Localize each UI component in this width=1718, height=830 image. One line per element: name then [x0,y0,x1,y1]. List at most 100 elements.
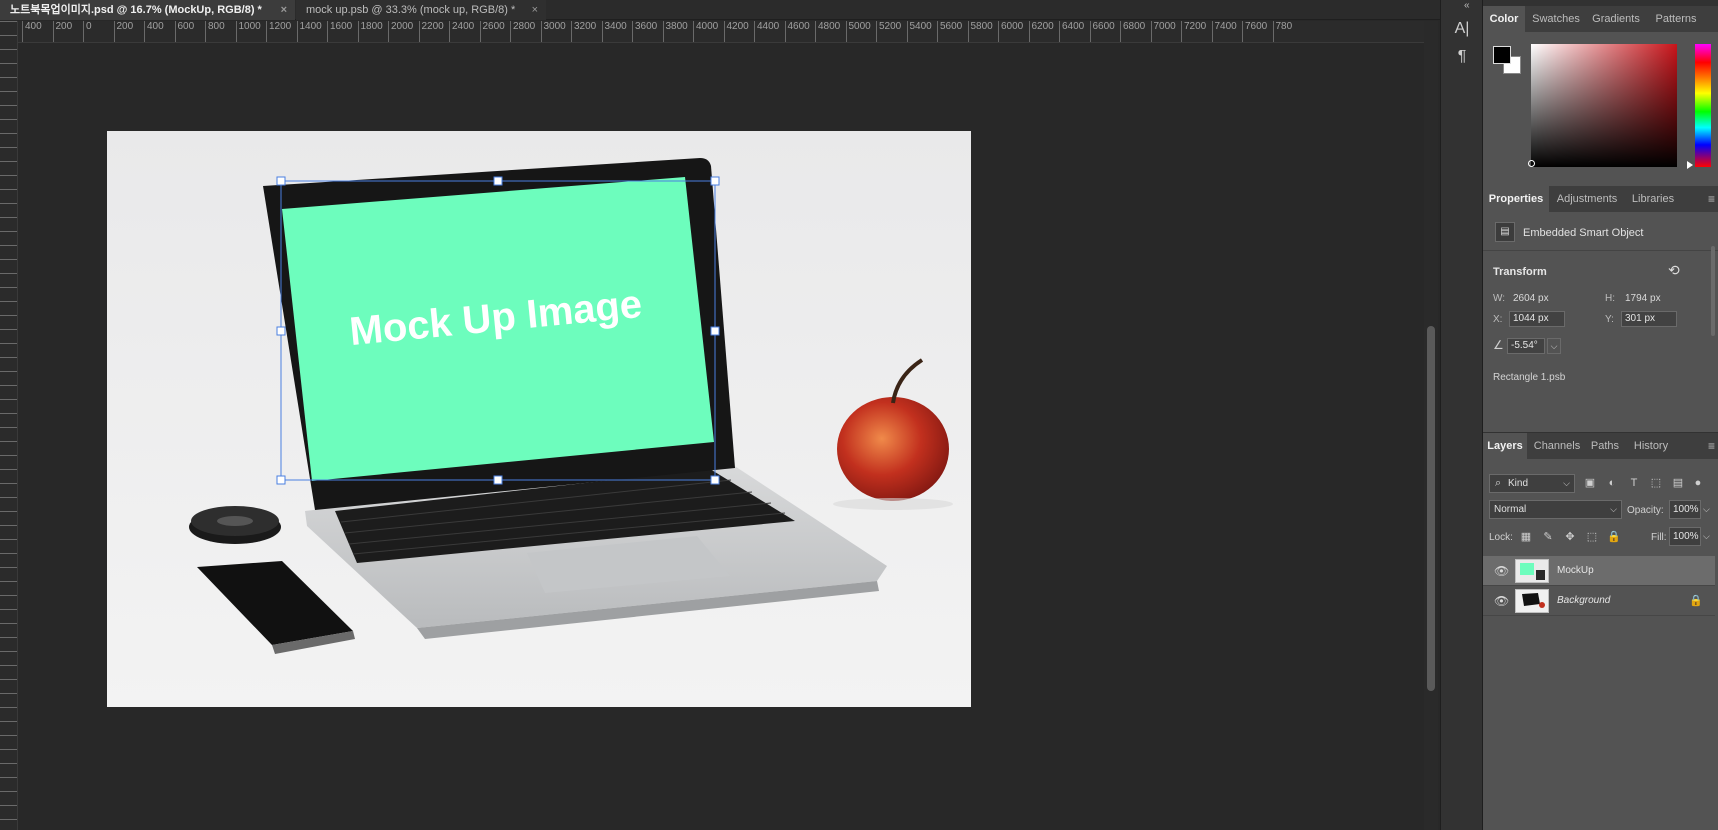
blend-mode-select[interactable]: Normal ⌵ [1489,500,1622,519]
close-icon[interactable]: × [281,0,287,20]
x-position-input[interactable]: 1044 px [1509,311,1565,327]
chevron-down-icon[interactable]: ⌵ [1703,504,1710,515]
chevron-down-icon: ⌵ [1563,478,1570,488]
character-icon[interactable]: A| [1451,18,1473,40]
type-filter-icon[interactable]: T [1627,476,1641,490]
chevron-down-icon[interactable]: ⌵ [1547,338,1561,354]
tab-layers[interactable]: Layers [1483,433,1527,459]
transform-handle[interactable] [276,176,286,186]
hue-slider[interactable] [1695,44,1711,167]
tab-gradients[interactable]: Gradients [1585,6,1647,32]
ruler-tick-label: 5200 [876,21,901,42]
filter-toggle-icon[interactable]: ● [1691,476,1705,490]
reset-transform-icon[interactable]: ⟲ [1668,262,1680,279]
color-field-marker[interactable] [1528,160,1535,167]
panel-menu-icon[interactable]: ≡ [1708,186,1715,212]
y-position-input[interactable]: 301 px [1621,311,1677,327]
ruler-tick [0,567,17,581]
eye-icon[interactable]: 👁 [1494,594,1509,608]
panel-dock-strip: « A| ¶ [1440,0,1482,830]
layer-name[interactable]: MockUp [1557,565,1594,576]
transform-handle[interactable] [493,176,503,186]
ruler-tick-label: 2600 [479,21,505,42]
ruler-tick [0,539,17,553]
eye-icon[interactable]: 👁 [1494,564,1509,578]
document-canvas[interactable]: Mock Up Image [107,131,971,707]
ruler-tick [0,259,17,273]
tab-libraries[interactable]: Libraries [1625,186,1681,212]
ruler-tick [0,35,17,49]
properties-scrollbar[interactable] [1711,246,1715,336]
canvas-area[interactable]: Mock Up Image [18,43,1424,830]
layer-name[interactable]: Background [1557,595,1610,606]
transform-handle[interactable] [276,475,286,485]
opacity-input[interactable]: 100% [1669,500,1701,519]
layer-row-mockup[interactable]: 👁 MockUp [1483,556,1715,586]
ruler-tick-label: 6600 [1089,21,1115,42]
tab-color[interactable]: Color [1483,6,1525,32]
hue-slider-marker[interactable] [1687,161,1693,169]
horizontal-ruler[interactable]: 400 200 0 200 400 600 800 1000 1200 1400 1600 1800 2… [18,21,1424,43]
shape-filter-icon[interactable]: ⬚ [1649,476,1663,490]
panel-menu-icon[interactable]: ≡ [1708,433,1715,459]
ruler-tick-label: 1200 [266,21,291,42]
adjustment-filter-icon[interactable]: ◐ [1605,476,1619,490]
vertical-scrollbar[interactable] [1424,21,1438,830]
filter-kind-label: Kind [1508,478,1529,489]
paragraph-icon[interactable]: ¶ [1451,46,1473,68]
transform-handle[interactable] [276,326,286,336]
foreground-color-swatch[interactable] [1493,46,1511,64]
ruler-tick [0,749,17,763]
width-value[interactable]: 2604 px [1513,293,1549,304]
tab-swatches[interactable]: Swatches [1527,6,1585,32]
lock-transparency-icon[interactable]: ▦ [1519,530,1533,544]
transform-handle[interactable] [710,176,720,186]
lock-icon[interactable]: 🔒 [1689,594,1703,607]
scrollbar-thumb[interactable] [1427,326,1435,691]
collapse-panels-icon[interactable]: « [1464,0,1470,11]
tab-mockup-psb[interactable]: mock up.psb @ 33.3% (mock up, RGB/8) * × [296,0,546,20]
photoshop-window: 노트북목업이미지.psd @ 16.7% (MockUp, RGB/8) * ×… [0,0,1718,830]
ruler-tick-label: 400 [22,21,42,42]
fill-input[interactable]: 100% [1669,527,1701,546]
close-icon[interactable]: × [532,0,538,20]
transform-handle[interactable] [493,475,503,485]
layer-filter-select[interactable]: ⌕ Kind ⌵ [1489,474,1575,493]
tab-label: 노트북목업이미지.psd @ 16.7% (MockUp, RGB/8) * [10,4,262,16]
transform-bounding-box[interactable] [107,131,971,707]
pixel-filter-icon[interactable]: ▣ [1583,476,1597,490]
tab-notebook-mockup-psd[interactable]: 노트북목업이미지.psd @ 16.7% (MockUp, RGB/8) * × [0,0,295,20]
lock-position-icon[interactable]: ✥ [1563,530,1577,544]
width-label: W: [1493,293,1506,304]
ruler-tick-label: 2200 [418,21,444,42]
layer-row-background[interactable]: 👁 Background 🔒 [1483,586,1715,616]
chevron-down-icon[interactable]: ⌵ [1703,531,1710,542]
tab-history[interactable]: History [1625,433,1677,459]
height-value[interactable]: 1794 px [1625,293,1661,304]
transform-handle[interactable] [710,475,720,485]
chevron-down-icon: ⌵ [1610,504,1617,514]
lock-artboard-icon[interactable]: ⬚ [1585,530,1599,544]
lock-image-pixels-icon[interactable]: ✎ [1541,530,1555,544]
tab-properties[interactable]: Properties [1483,186,1549,212]
ruler-tick [0,483,17,497]
tab-adjustments[interactable]: Adjustments [1549,186,1625,212]
ruler-tick [0,147,17,161]
transform-handle[interactable] [710,326,720,336]
layers-panel: Layers Channels Paths History ≡ ⌕ Kind ⌵… [1483,433,1718,830]
smart-object-icon: ▤ [1495,222,1515,242]
smart-object-filter-icon[interactable]: ▤ [1671,476,1685,490]
ruler-tick-label: 3200 [571,21,596,42]
tab-patterns[interactable]: Patterns [1647,6,1705,32]
tab-paths[interactable]: Paths [1585,433,1625,459]
ruler-tick [0,623,17,637]
tab-channels[interactable]: Channels [1529,433,1585,459]
vertical-ruler[interactable] [0,21,18,830]
ruler-tick [0,651,17,665]
angle-input[interactable]: -5.54° [1507,338,1545,354]
color-picker-field[interactable] [1531,44,1677,167]
search-icon: ⌕ [1495,477,1502,489]
ruler-tick-label: 6800 [1120,21,1145,42]
lock-all-icon[interactable]: 🔒 [1607,530,1621,544]
divider [1483,250,1718,251]
